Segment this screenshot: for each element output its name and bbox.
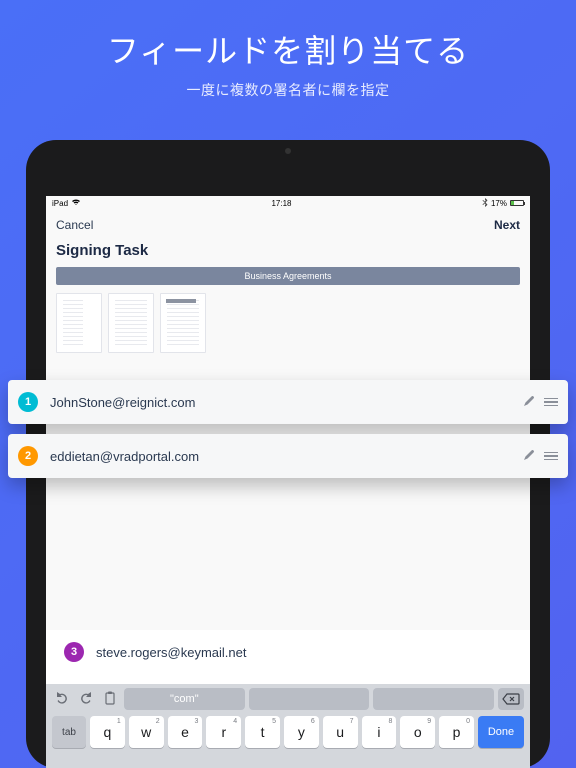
- battery-icon: [510, 200, 524, 206]
- clipboard-icon[interactable]: [100, 691, 120, 708]
- signer-badge: 1: [18, 392, 38, 412]
- undo-icon[interactable]: [52, 691, 72, 707]
- page-thumb[interactable]: [108, 293, 154, 353]
- signer-row[interactable]: 2 eddietan@vradportal.com: [8, 434, 568, 478]
- backspace-key[interactable]: [498, 688, 524, 710]
- document-banner: Business Agreements: [56, 267, 520, 285]
- page-thumb[interactable]: [160, 293, 206, 353]
- signer-email: JohnStone@reignict.com: [50, 395, 514, 410]
- signer-email: steve.rogers@keymail.net: [96, 645, 512, 660]
- key-t[interactable]: t5: [245, 716, 280, 748]
- edit-icon[interactable]: [522, 394, 536, 411]
- key-q[interactable]: q1: [90, 716, 125, 748]
- bluetooth-icon: [482, 198, 488, 209]
- wifi-icon: [71, 198, 81, 208]
- suggestion[interactable]: "com": [124, 688, 245, 710]
- signer-row[interactable]: 1 JohnStone@reignict.com: [8, 380, 568, 424]
- cancel-button[interactable]: Cancel: [56, 218, 93, 232]
- done-key[interactable]: Done: [478, 716, 524, 748]
- key-row: tab q1 w2 e3 r4 t5 y6 u7 i8 o9 p0 Done: [46, 714, 530, 750]
- suggestion-bar: "com": [124, 688, 494, 710]
- status-bar: iPad 17:18 17%: [46, 196, 530, 210]
- page-title: Signing Task: [46, 240, 530, 267]
- page-thumb[interactable]: [56, 293, 102, 353]
- key-i[interactable]: i8: [362, 716, 397, 748]
- keyboard: "com" tab q1 w2 e3 r4 t5 y6 u7 i8 o9 p0 …: [46, 684, 530, 768]
- drag-handle-icon[interactable]: [544, 452, 558, 461]
- tab-key[interactable]: tab: [52, 716, 86, 748]
- signer-badge: 2: [18, 446, 38, 466]
- edit-icon[interactable]: [522, 448, 536, 465]
- key-r[interactable]: r4: [206, 716, 241, 748]
- key-o[interactable]: o9: [400, 716, 435, 748]
- next-button[interactable]: Next: [494, 218, 520, 232]
- marketing-headline: フィールドを割り当てる: [0, 0, 576, 72]
- device-label: iPad: [52, 199, 68, 208]
- key-u[interactable]: u7: [323, 716, 358, 748]
- key-w[interactable]: w2: [129, 716, 164, 748]
- suggestion[interactable]: [373, 688, 494, 710]
- signer-email: eddietan@vradportal.com: [50, 449, 514, 464]
- signer-badge: 3: [64, 642, 84, 662]
- redo-icon[interactable]: [76, 691, 96, 707]
- suggestion[interactable]: [249, 688, 370, 710]
- drag-handle-icon[interactable]: [544, 398, 558, 407]
- keyboard-toolbar: "com": [46, 684, 530, 714]
- key-y[interactable]: y6: [284, 716, 319, 748]
- page-thumbnails: [46, 285, 530, 367]
- key-p[interactable]: p0: [439, 716, 474, 748]
- nav-bar: Cancel Next: [46, 210, 530, 240]
- key-e[interactable]: e3: [168, 716, 203, 748]
- marketing-subhead: 一度に複数の署名者に欄を指定: [0, 80, 576, 100]
- clock: 17:18: [81, 199, 482, 208]
- camera-lens: [285, 148, 291, 154]
- signer-row[interactable]: 3 steve.rogers@keymail.net: [46, 630, 530, 674]
- battery-pct: 17%: [491, 199, 507, 208]
